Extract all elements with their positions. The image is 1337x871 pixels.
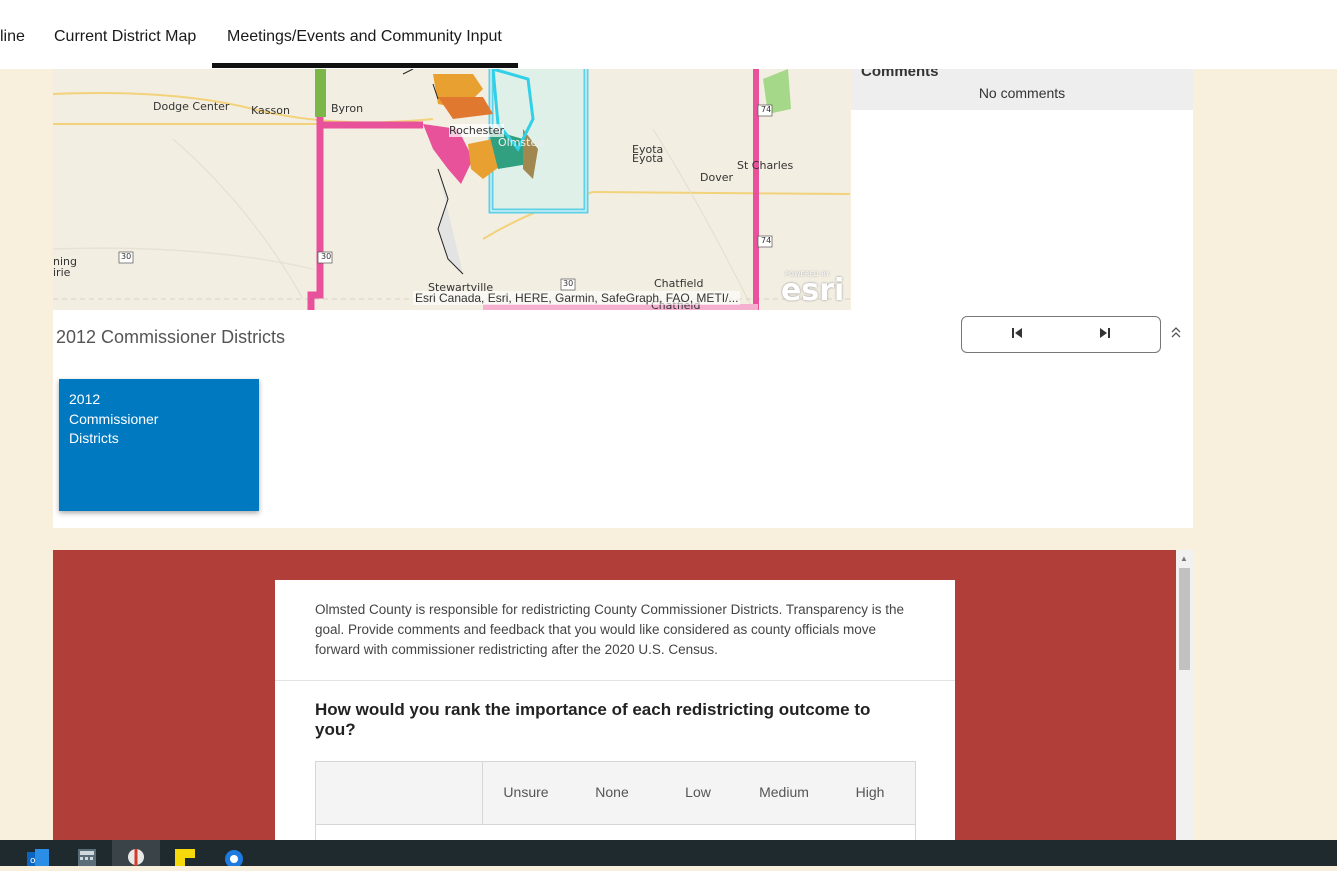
survey-question: How would you rank the importance of eac… [315, 700, 871, 739]
taskbar: o [0, 840, 1337, 868]
column-high: High [855, 784, 885, 800]
skip-previous-icon [1012, 328, 1022, 338]
tab-meetings-events[interactable]: Meetings/Events and Community Input [227, 28, 502, 46]
collapse-button[interactable] [1169, 326, 1183, 342]
app-icon[interactable] [224, 849, 244, 868]
map-label-byron: Byron [331, 102, 364, 115]
layer-card-label: 2012 Commissioner Districts [69, 391, 159, 446]
survey-form: Olmsted County is responsible for redist… [275, 580, 955, 845]
district-map[interactable]: Dodge Center Kasson Byron Rochester Olms… [53, 69, 850, 310]
column-medium: Medium [759, 784, 809, 800]
rank-table: Unsure None Low Medium High [315, 761, 916, 845]
outlook-icon[interactable]: o [27, 849, 49, 866]
column-low: Low [685, 784, 711, 800]
next-button[interactable] [1095, 325, 1115, 345]
map-label-dover: Dover [700, 171, 733, 184]
map-label-kasson: Kasson [251, 104, 290, 117]
map-label-dodge-center: Dodge Center [153, 100, 230, 113]
esri-word: esri [781, 273, 845, 308]
calculator-icon[interactable] [78, 849, 98, 866]
road-shield-30-c: 30 [563, 279, 574, 288]
map-label-rochester: Rochester [449, 124, 504, 137]
comments-header: Comments No comments [851, 63, 1193, 110]
skip-next-icon [1100, 328, 1110, 338]
column-none: None [595, 784, 629, 800]
tab-current-district-map[interactable]: Current District Map [54, 28, 196, 46]
road-shield-74-b: 74 [761, 236, 772, 245]
map-label-st-charles: St Charles [737, 159, 794, 172]
scroll-up-icon[interactable]: ▲ [1180, 554, 1188, 563]
snipping-tool-icon[interactable] [112, 840, 160, 866]
rank-table-corner [316, 762, 483, 824]
layer-title: 2012 Commissioner Districts [56, 327, 286, 347]
survey-intro: Olmsted County is responsible for redist… [315, 602, 904, 657]
map-label-olmsted: Olmsted [498, 136, 545, 149]
comments-panel: Comments No comments [851, 63, 1193, 310]
layer-panel: 2012 Commissioner Districts 2012 Commiss… [53, 310, 1193, 528]
previous-button[interactable] [1007, 325, 1027, 345]
road-shield-30-a: 30 [121, 252, 132, 261]
tab-bar: line Current District Map Meetings/Event… [0, 0, 1337, 69]
sticky-notes-icon[interactable] [175, 849, 195, 866]
survey-scrollbar[interactable]: ▲ [1176, 550, 1193, 840]
map-label-irie: irie [53, 266, 71, 279]
map-attribution[interactable]: Esri Canada, Esri, HERE, Garmin, SafeGra… [413, 291, 741, 305]
layer-navigation [961, 316, 1161, 353]
road-shield-30-b: 30 [321, 252, 332, 261]
no-comments-text: No comments [978, 85, 1066, 101]
double-chevron-up-icon [1171, 327, 1181, 338]
map-label-eyota-b: Eyota [632, 152, 664, 165]
esri-logo[interactable]: POWERED BY esri [781, 269, 845, 308]
road-shield-74-a: 74 [761, 105, 772, 114]
svg-text:o: o [30, 856, 36, 866]
layer-card[interactable]: 2012 Commissioner Districts [59, 379, 259, 511]
scroll-thumb[interactable] [1179, 568, 1190, 670]
map-label-chatfield-a: Chatfield [654, 277, 704, 290]
divider [275, 680, 955, 681]
column-unsure: Unsure [503, 784, 549, 800]
active-tab-indicator [212, 63, 518, 68]
tab-timeline[interactable]: line [0, 28, 25, 46]
